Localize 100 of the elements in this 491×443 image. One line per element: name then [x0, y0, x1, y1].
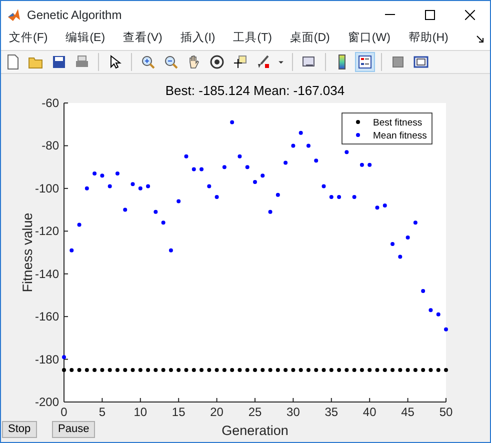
data-point [84, 186, 89, 190]
data-point [413, 368, 418, 372]
data-point [207, 368, 212, 372]
data-point [421, 368, 426, 372]
save-icon[interactable] [51, 54, 67, 70]
y-tick-label: -60 [42, 96, 59, 110]
data-point [284, 160, 288, 165]
data-point [130, 368, 135, 372]
data-point [421, 288, 426, 293]
menu-item[interactable]: 文件(F) [7, 30, 55, 48]
data-point [200, 368, 204, 372]
new-file-icon[interactable] [5, 54, 21, 70]
data-point [398, 254, 402, 259]
y-tick-label: -80 [42, 138, 59, 153]
y-tick-label: -160 [34, 310, 59, 324]
data-point [368, 162, 372, 167]
data-point [154, 210, 158, 214]
x-tick-label: 10 [134, 405, 148, 419]
dock-arrow-icon[interactable] [476, 34, 484, 43]
data-point [146, 184, 150, 188]
data-point [291, 368, 296, 372]
data-point [184, 368, 188, 372]
data-point [245, 165, 250, 170]
data-point [214, 194, 219, 199]
maximize-icon[interactable] [425, 10, 435, 20]
data-point [436, 312, 440, 316]
data-point [314, 368, 318, 372]
legend-label: Best fitness [373, 118, 422, 128]
data-point [352, 194, 356, 199]
x-tick-label: 0 [60, 405, 68, 419]
data-point [100, 174, 104, 178]
data-point [62, 355, 66, 360]
zoom-in-icon[interactable] [140, 54, 156, 70]
zoom-out-icon[interactable] [163, 54, 179, 70]
menu-item[interactable]: 编辑(E) [64, 30, 112, 48]
data-point [382, 204, 387, 208]
data-point [314, 158, 318, 163]
data-point [276, 192, 280, 197]
chart-title: Best: -185.124 Mean: -167.034 [165, 83, 345, 98]
close-icon[interactable] [465, 10, 475, 20]
data-point [192, 368, 196, 372]
data-point [298, 130, 303, 135]
data-point [406, 236, 410, 240]
data-point [154, 368, 158, 372]
data-point [77, 368, 82, 372]
data-point [298, 368, 303, 372]
data-point [337, 194, 342, 199]
data-point [138, 186, 142, 190]
y-tick-label: -200 [34, 395, 59, 409]
x-tick-label: 25 [248, 405, 262, 419]
printer-icon[interactable] [74, 54, 90, 70]
data-point [192, 167, 196, 172]
plot-panel-icon[interactable] [413, 54, 429, 70]
data-point [161, 220, 166, 225]
data-point [130, 182, 135, 186]
y-tick-label: -120 [34, 224, 59, 238]
legend-icon[interactable] [357, 54, 373, 70]
data-point [70, 368, 74, 372]
y-tick-label: -180 [34, 352, 59, 366]
data-point [168, 248, 173, 252]
data-point [245, 368, 250, 372]
menu-item[interactable]: 插入(I) [178, 30, 222, 48]
data-point [115, 171, 120, 176]
menu-item[interactable]: 窗口(W) [346, 30, 398, 48]
data-point [352, 368, 356, 372]
data-point [390, 242, 395, 246]
data-point [382, 368, 387, 372]
data-point [406, 368, 410, 372]
x-tick-label: 20 [210, 405, 224, 419]
data-point [253, 180, 257, 184]
menu-item[interactable]: 工具(T) [231, 30, 279, 48]
menu-item[interactable]: 查看(V) [121, 30, 170, 48]
data-point [123, 208, 128, 212]
data-point [238, 368, 242, 372]
data-point [413, 220, 418, 225]
app-logo-icon [7, 8, 21, 22]
x-tick-label: 35 [324, 405, 338, 419]
data-cursor-icon[interactable] [232, 54, 248, 70]
legend-label: Mean fitness [373, 130, 427, 142]
menu-item[interactable]: 帮助(H) [406, 30, 456, 48]
menu-item[interactable]: 桌面(D) [288, 30, 337, 48]
data-point [276, 368, 280, 372]
data-point [344, 368, 349, 372]
legend-marker [356, 120, 360, 124]
data-point [100, 368, 104, 372]
data-point [428, 368, 433, 372]
data-point [306, 368, 310, 372]
brush-icon[interactable] [255, 54, 271, 70]
data-point [161, 368, 166, 372]
x-tick-label: 5 [98, 405, 106, 419]
data-point [390, 368, 395, 372]
x-tick-label: 30 [286, 405, 300, 419]
pause-button[interactable]: Pause [52, 421, 96, 438]
data-point [291, 144, 296, 148]
data-point [92, 368, 97, 372]
data-point [268, 368, 272, 372]
data-point [238, 154, 242, 158]
data-point [70, 248, 74, 252]
stop-button[interactable]: Stop [2, 421, 37, 438]
data-point [200, 167, 204, 172]
